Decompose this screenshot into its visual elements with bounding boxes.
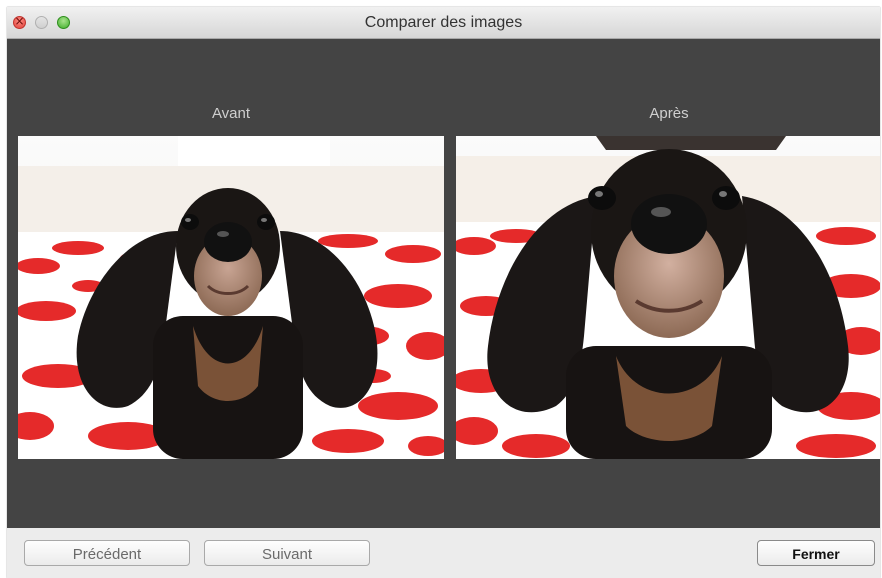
before-label: Avant	[211, 105, 251, 122]
after-label: Après	[649, 105, 689, 122]
button-bar: Précédent Suivant Fermer	[7, 528, 880, 578]
next-button[interactable]: Suivant	[204, 540, 370, 566]
title-bar: Comparer des images	[7, 7, 880, 39]
comparison-area: Avant Après	[7, 39, 880, 528]
close-button[interactable]: Fermer	[757, 540, 875, 566]
compare-images-window: Comparer des images Avant Après	[7, 7, 880, 578]
window-title: Comparer des images	[364, 14, 523, 31]
after-image	[456, 136, 880, 459]
before-image	[18, 136, 444, 459]
after-photo	[456, 136, 880, 459]
previous-button[interactable]: Précédent	[24, 540, 190, 566]
before-photo	[18, 136, 444, 459]
